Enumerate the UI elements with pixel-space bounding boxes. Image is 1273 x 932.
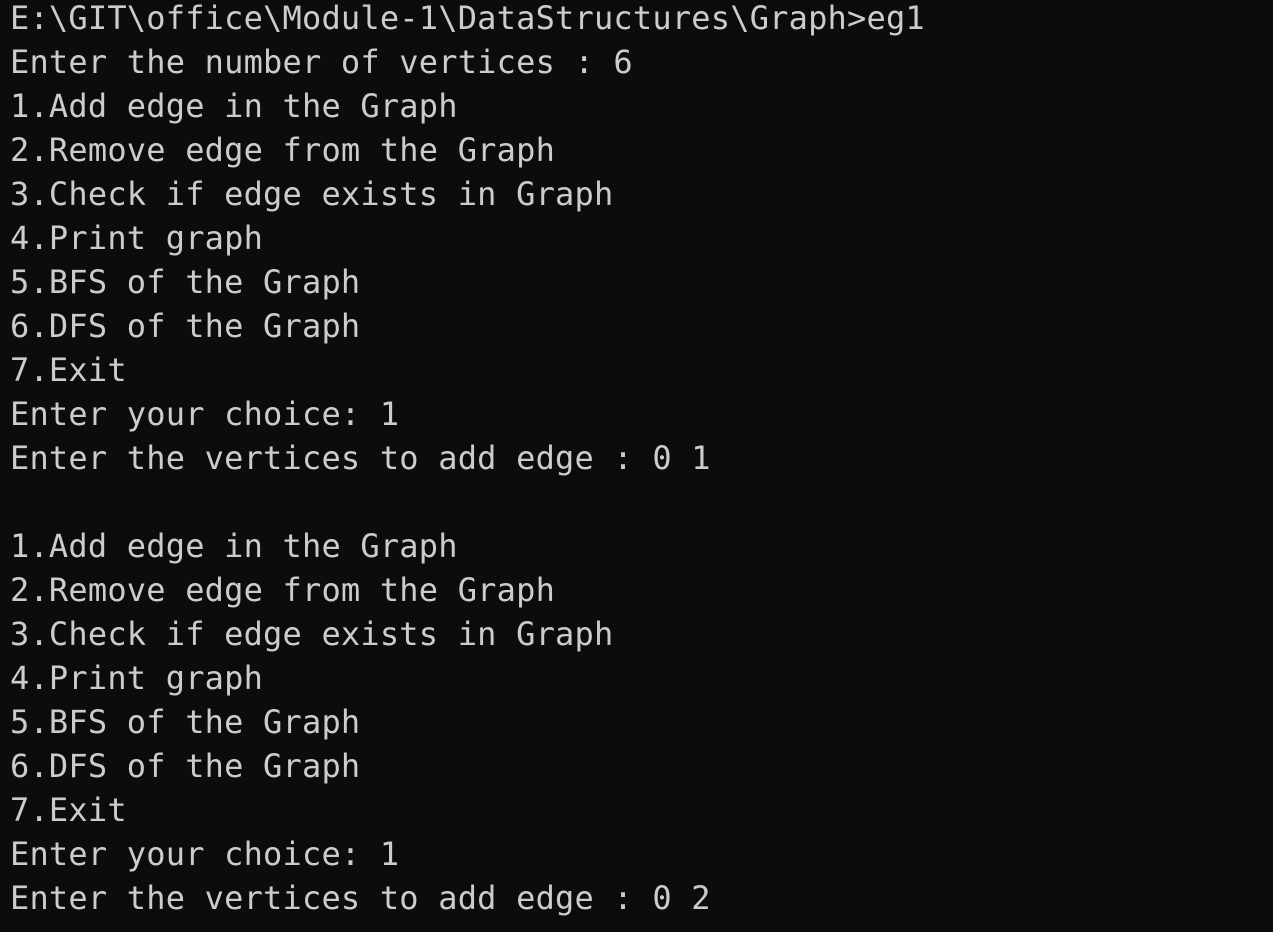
menu-option-bfs: 5.BFS of the Graph (10, 263, 361, 301)
menu-option-dfs: 6.DFS of the Graph (10, 307, 361, 345)
menu-option-print-graph: 4.Print graph (10, 219, 264, 257)
menu-option-remove-edge: 2.Remove edge from the Graph (10, 571, 556, 609)
add-edge-prompt: Enter the vertices to add edge : 0 1 (10, 439, 711, 477)
terminal-window[interactable]: E:\GIT\office\Module-1\DataStructures\Gr… (0, 0, 1273, 932)
menu-option-bfs: 5.BFS of the Graph (10, 703, 361, 741)
menu-option-remove-edge: 2.Remove edge from the Graph (10, 131, 556, 169)
menu-option-print-graph: 4.Print graph (10, 659, 264, 697)
menu-option-exit: 7.Exit (10, 791, 127, 829)
menu-option-exit: 7.Exit (10, 351, 127, 389)
choice-prompt: Enter your choice: 1 (10, 395, 400, 433)
menu-option-add-edge: 1.Add edge in the Graph (10, 527, 458, 565)
menu-option-check-edge: 3.Check if edge exists in Graph (10, 175, 614, 213)
command-prompt-line: E:\GIT\office\Module-1\DataStructures\Gr… (10, 0, 925, 37)
menu-option-dfs: 6.DFS of the Graph (10, 747, 361, 785)
menu-option-add-edge: 1.Add edge in the Graph (10, 87, 458, 125)
choice-prompt: Enter your choice: 1 (10, 835, 400, 873)
vertices-count-prompt: Enter the number of vertices : 6 (10, 43, 633, 81)
menu-option-check-edge: 3.Check if edge exists in Graph (10, 615, 614, 653)
add-edge-prompt: Enter the vertices to add edge : 0 2 (10, 879, 711, 917)
